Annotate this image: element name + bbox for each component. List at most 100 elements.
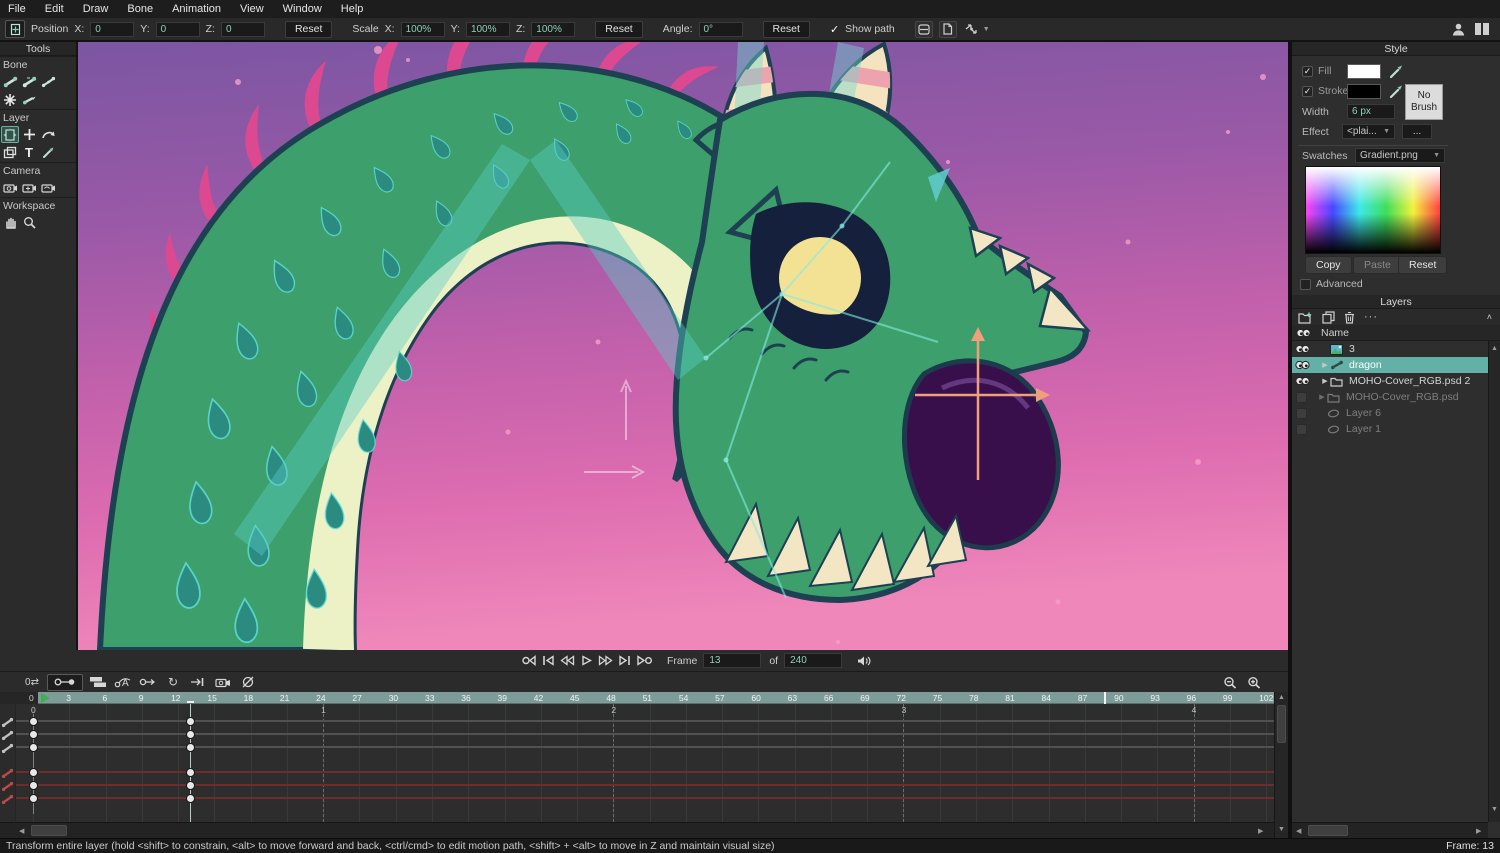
delete-layer-button[interactable] [1344, 311, 1355, 324]
next-keyframe-button[interactable] [596, 653, 615, 669]
duplicate-layer-button[interactable] [1322, 310, 1335, 324]
style-copy-button[interactable]: Copy [1305, 256, 1352, 274]
position-y-input[interactable]: 0 [155, 21, 200, 37]
scroll-left-icon[interactable]: ◀ [1296, 827, 1301, 835]
roll-camera-tool[interactable] [39, 179, 57, 196]
scale-bone-tool[interactable] [39, 73, 57, 90]
canvas-artwork[interactable] [78, 42, 1288, 650]
bone-channel-icon[interactable] [1, 741, 14, 759]
keyframe-link-button[interactable] [138, 674, 158, 691]
zoom-camera-tool[interactable] [20, 179, 38, 196]
keyframe-dot[interactable] [185, 780, 195, 790]
layer-visible-toggle[interactable] [1295, 344, 1310, 354]
scroll-right-icon[interactable]: ▶ [1258, 827, 1263, 835]
range-marker[interactable] [1104, 692, 1107, 704]
current-frame-input[interactable]: 13 [703, 653, 762, 668]
scrollbar-thumb[interactable] [31, 825, 67, 836]
keyframe-dot[interactable] [185, 729, 195, 739]
layers-vertical-scrollbar[interactable]: ▲ ▼ [1488, 341, 1500, 822]
keyframe-interval-button[interactable] [47, 673, 83, 691]
scroll-down-icon[interactable]: ▼ [1278, 826, 1285, 833]
scale-x-input[interactable]: 100% [400, 21, 445, 37]
keyframe-dot[interactable] [28, 729, 38, 739]
position-reset-button[interactable]: Reset [284, 20, 333, 38]
timeline-ruler[interactable]: 0 3 6 9 12 15 18 21 24 27 30 33 36 39 42 45 48 51 54 57 60 63… [0, 692, 1274, 704]
style-reset-button[interactable]: Reset [1398, 256, 1448, 274]
keyframe-dot[interactable] [28, 793, 38, 803]
timeline-horizontal-scrollbar[interactable]: ◀ ▶ [0, 822, 1274, 838]
keyframe-dot[interactable] [28, 767, 38, 777]
layer-visible-toggle[interactable] [1295, 376, 1310, 386]
scroll-down-icon[interactable]: ▼ [1491, 806, 1498, 813]
swatches-dropdown[interactable]: Gradient.png ▼ [1355, 148, 1445, 163]
layer-more-button[interactable]: ··· [1364, 311, 1378, 323]
onion-skin-settings-button[interactable] [914, 20, 933, 38]
stroke-checkbox[interactable]: ✓ [1302, 85, 1313, 97]
user-account-icon[interactable] [1451, 22, 1466, 37]
menu-window[interactable]: Window [283, 3, 322, 15]
menu-view[interactable]: View [240, 3, 264, 15]
layer-row[interactable]: ▶ MOHO-Cover_RGB.psd [1292, 389, 1488, 405]
collapse-panel-button[interactable]: ˄ [1487, 312, 1500, 322]
scrollbar-thumb[interactable] [1277, 705, 1286, 743]
layer-row[interactable]: Layer 1 [1292, 421, 1488, 437]
position-z-input[interactable]: 0 [220, 21, 265, 37]
new-layer-button[interactable] [1298, 311, 1313, 324]
current-tool-icon[interactable] [5, 20, 25, 38]
end-frame-input[interactable]: 240 [784, 653, 843, 668]
go-to-start-button[interactable] [539, 653, 558, 669]
expand-arrow-icon[interactable]: ▶ [1317, 393, 1327, 401]
layer-hidden-toggle[interactable] [1296, 423, 1307, 435]
pan-workspace-tool[interactable] [1, 214, 19, 231]
keyframe-dot[interactable] [28, 780, 38, 790]
layer-channels-button[interactable] [88, 674, 108, 691]
library-icon[interactable] [1474, 22, 1490, 36]
keyframe-dot[interactable] [185, 742, 195, 752]
transform-layer-tool[interactable] [1, 126, 19, 143]
angle-input[interactable]: 0° [698, 21, 743, 37]
reset-all-transforms-button[interactable]: ▼ [963, 22, 990, 36]
motion-graph-button[interactable]: A [113, 674, 133, 691]
scale-reset-button[interactable]: Reset [595, 20, 643, 38]
stroke-eyedropper-icon[interactable] [1389, 84, 1403, 99]
layer-hidden-toggle[interactable] [1296, 391, 1307, 403]
reparent-bone-tool[interactable] [20, 91, 38, 108]
camera-track-button[interactable] [213, 674, 233, 691]
rotate-layer-tool[interactable] [39, 126, 57, 143]
fill-checkbox[interactable]: ✓ [1302, 65, 1313, 77]
timeline-tracks[interactable]: 0 1 2 3 4 [0, 704, 1274, 822]
scale-z-input[interactable]: 100% [531, 21, 576, 37]
angle-reset-button[interactable]: Reset [762, 20, 810, 38]
effect-dropdown[interactable]: <plai... ▼ [1342, 124, 1395, 139]
keyframe-dot[interactable] [28, 742, 38, 752]
effect-more-button[interactable]: ... [1402, 124, 1432, 139]
fill-eyedropper-icon[interactable] [1389, 64, 1403, 79]
menu-file[interactable]: File [8, 3, 26, 15]
fill-color-swatch[interactable] [1347, 64, 1381, 79]
color-spectrum-picker[interactable] [1305, 166, 1441, 254]
add-bone-tool[interactable] [1, 91, 19, 108]
cycle-playback-button[interactable] [520, 653, 539, 669]
layer-row[interactable]: 3 [1292, 341, 1488, 357]
bone-channel-icon[interactable] [1, 792, 14, 810]
timeline-vertical-scrollbar[interactable]: ▲ ▼ [1274, 692, 1288, 838]
timeline-zoom-out-button[interactable] [1220, 674, 1240, 691]
layer-hidden-toggle[interactable] [1296, 407, 1307, 419]
scroll-left-icon[interactable]: ◀ [19, 827, 24, 835]
keyframe-dot[interactable] [185, 793, 195, 803]
menu-animation[interactable]: Animation [172, 3, 221, 15]
stroke-color-swatch[interactable] [1347, 84, 1381, 99]
scrollbar-thumb[interactable] [1308, 825, 1348, 836]
show-path-checkbox[interactable]: ✓ [830, 23, 839, 36]
previous-keyframe-button[interactable] [558, 653, 577, 669]
track-camera-tool[interactable] [1, 179, 19, 196]
timeline-zoom-in-button[interactable] [1244, 674, 1264, 691]
select-bone-tool[interactable] [1, 73, 19, 90]
play-every-frame-button[interactable] [634, 653, 653, 669]
menu-bone[interactable]: Bone [127, 3, 153, 15]
menu-draw[interactable]: Draw [83, 3, 109, 15]
menu-edit[interactable]: Edit [45, 3, 64, 15]
expand-arrow-icon[interactable]: ▶ [1320, 377, 1330, 385]
width-input[interactable]: 6 px [1347, 104, 1395, 119]
eyedropper-tool[interactable] [39, 144, 57, 161]
